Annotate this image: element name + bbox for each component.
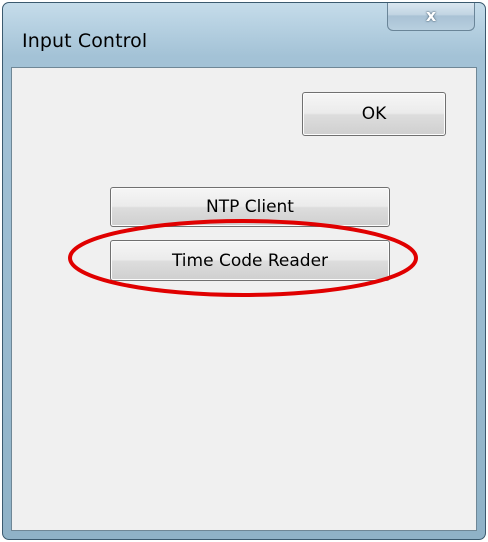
ntp-client-button[interactable]: NTP Client bbox=[110, 187, 390, 227]
title-bar[interactable]: Input Control x bbox=[3, 3, 485, 69]
ok-button[interactable]: OK bbox=[302, 92, 446, 136]
input-control-window: Input Control x OK NTP Client Time Code … bbox=[2, 2, 486, 540]
dialog-client-area: OK NTP Client Time Code Reader bbox=[11, 67, 477, 531]
time-code-reader-button[interactable]: Time Code Reader bbox=[110, 240, 390, 281]
window-title: Input Control bbox=[22, 30, 148, 52]
close-button[interactable]: x bbox=[387, 3, 475, 31]
close-icon: x bbox=[425, 6, 437, 25]
